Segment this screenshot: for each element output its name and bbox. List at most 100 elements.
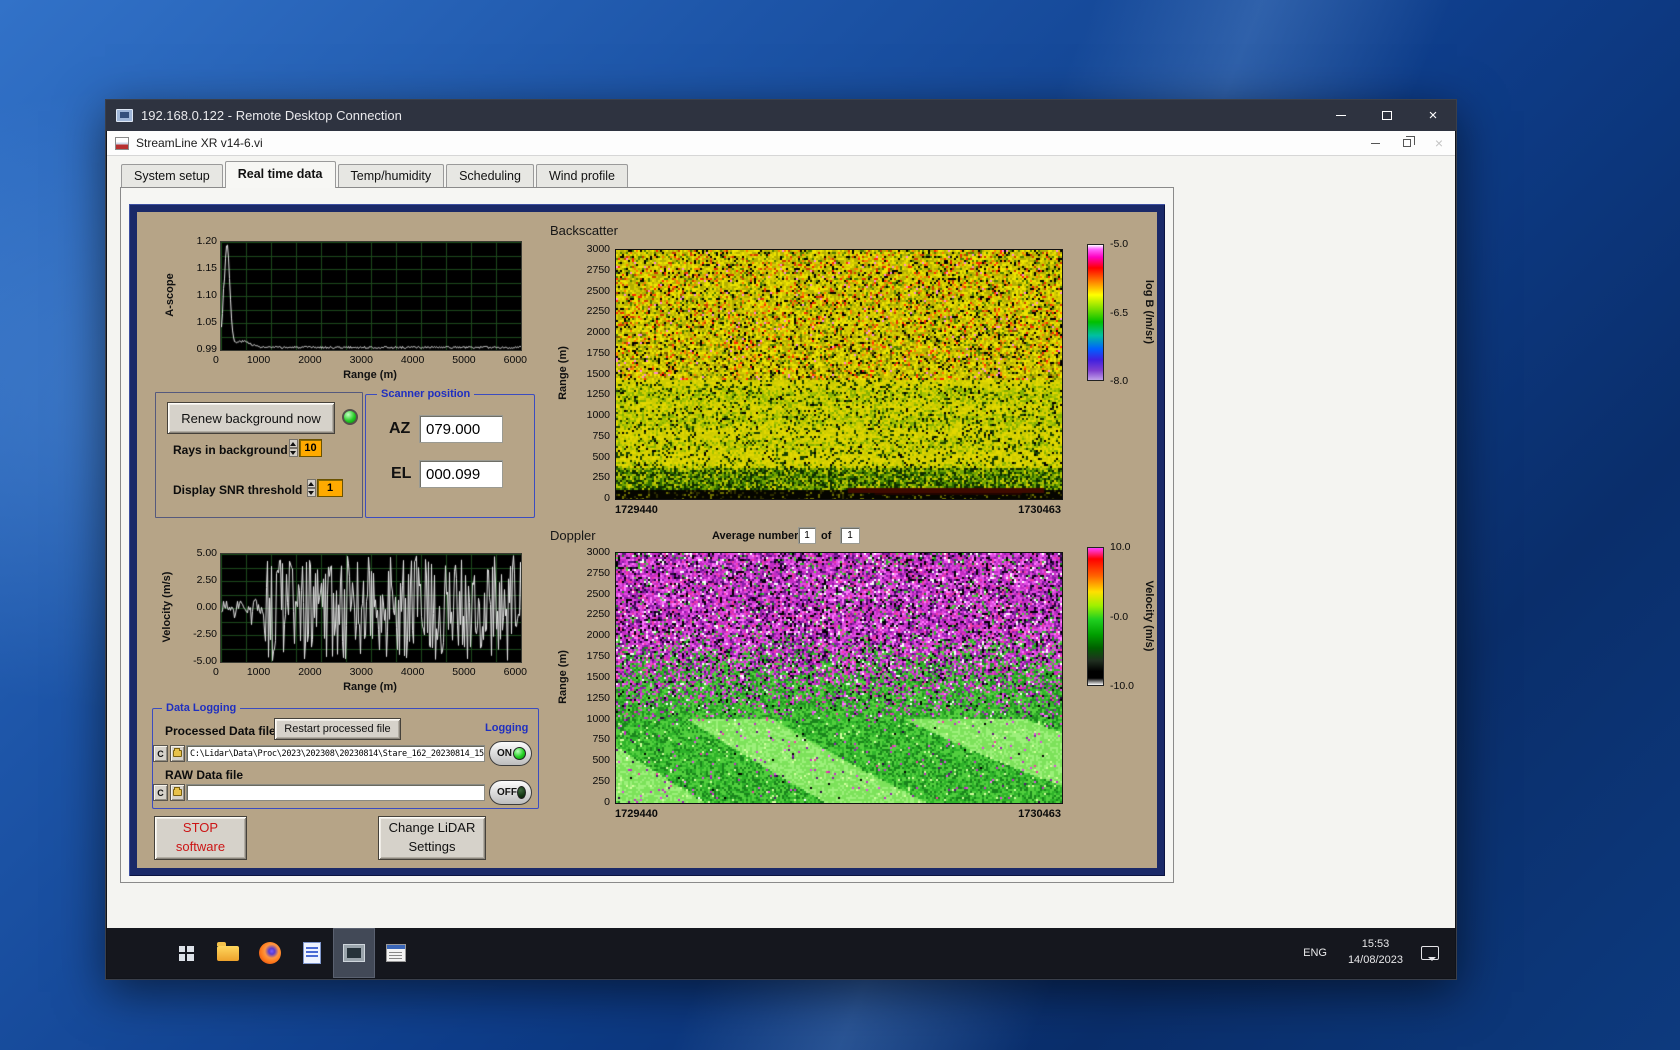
axis-tick: 3000 [349,354,373,366]
taskbar-scan-scheduler[interactable] [375,928,417,978]
processed-browse-button[interactable] [170,745,185,762]
rdp-maximize-button[interactable] [1364,100,1410,131]
processed-logging-toggle[interactable]: ON [489,741,532,766]
action-center-icon[interactable] [1421,946,1439,961]
axis-tick: 2000 [298,666,322,678]
axis-tick: -2.50 [193,628,217,640]
vi-window-title: StreamLine XR v14-6.vi [136,136,263,150]
az-label: AZ [389,420,411,437]
axis-tick: 1000 [246,354,271,366]
taskbar-file-explorer[interactable] [207,928,249,978]
velocity-axis-label: Velocity (m/s) [161,571,173,643]
change-lidar-settings-button[interactable]: Change LiDAR Settings [378,816,486,860]
rays-in-background-label: Rays in background [173,443,288,457]
spin-up-icon[interactable] [289,439,298,448]
ascope-plot-canvas [220,241,522,351]
minimize-icon [1336,115,1346,116]
processed-drive-box[interactable]: C [153,745,168,762]
backscatter-y-axis-label: Range (m) [557,346,569,400]
rdp-minimize-button[interactable] [1318,100,1364,131]
vi-titlebar[interactable]: StreamLine XR v14-6.vi × [107,131,1455,156]
rdp-close-button[interactable]: × [1410,100,1456,131]
colorbar-tick: -5.0 [1110,238,1129,250]
clock-time: 15:53 [1361,938,1390,951]
ascope-y-ticks: 1.20 1.15 1.10 1.05 0.99 [177,235,217,355]
colorbar-tick: -10.0 [1110,680,1134,692]
tab-temp-humidity[interactable]: Temp/humidity [337,164,445,188]
snr-value-field[interactable]: 1 [317,479,343,497]
axis-tick: 500 [592,450,610,463]
tab-wind-profile[interactable]: Wind profile [535,164,628,188]
restart-processed-file-button[interactable]: Restart processed file [274,718,401,740]
raw-data-file-label: RAW Data file [165,768,244,782]
taskbar-streamline-app[interactable] [333,928,375,978]
axis-tick: 1750 [586,650,610,663]
language-indicator[interactable]: ENG [1303,947,1327,959]
vi-close-button[interactable]: × [1423,131,1455,155]
desktop-background: 192.168.0.122 - Remote Desktop Connectio… [0,0,1680,1050]
tab-scheduling[interactable]: Scheduling [446,164,534,188]
colorbar-tick: -0.0 [1110,610,1129,623]
axis-tick: 250 [592,775,610,788]
tab-real-time-data[interactable]: Real time data [224,161,336,188]
vi-restore-button[interactable] [1391,131,1423,155]
rdp-titlebar[interactable]: 192.168.0.122 - Remote Desktop Connectio… [106,100,1456,131]
axis-tick: 0 [604,492,610,504]
axis-tick: 2250 [586,305,610,318]
axis-tick: 2000 [586,326,610,338]
doppler-colorbar-ticks: 10.0 -0.0 -10.0 [1110,541,1144,692]
axis-tick: 3000 [349,666,373,678]
axis-tick: 1750 [586,346,610,359]
axis-tick: 0 [213,354,219,366]
rays-spinner[interactable] [289,439,298,457]
raw-drive-box[interactable]: C [153,784,168,801]
spin-up-icon[interactable] [307,479,316,488]
axis-tick: 750 [592,429,610,442]
scanner-position-title: Scanner position [377,388,475,400]
raw-logging-toggle[interactable]: OFF [489,780,532,805]
ascope-x-axis-label: Range (m) [343,369,397,381]
toggle-off-label: OFF [497,787,517,798]
processed-path-field[interactable]: C:\Lidar\Data\Proc\2023\202308\20230814\… [186,745,485,762]
axis-tick: 1000 [246,666,271,678]
average-total-field: 1 [840,527,860,544]
axis-tick: 1000 [586,712,610,725]
clock-date: 14/08/2023 [1347,954,1403,966]
axis-tick: 3000 [586,243,610,255]
change-button-line1: Change LiDAR [388,820,476,836]
snr-spinner[interactable] [307,479,316,497]
taskbar-clock[interactable]: 15:53 14/08/2023 [1348,937,1403,969]
taskbar-notes-app[interactable] [291,928,333,978]
axis-tick: 5000 [452,666,476,678]
raw-browse-button[interactable] [170,784,185,801]
velocity-x-ticks: 0 1000 2000 3000 4000 5000 6000 [213,666,527,678]
average-number-field[interactable]: 1 [798,527,816,544]
on-led-icon [513,747,526,760]
off-led-icon [517,786,526,799]
start-button[interactable] [165,928,207,978]
rdp-session-area: StreamLine XR v14-6.vi × System setup Re… [107,131,1455,978]
processed-data-file-label: Processed Data file [165,724,276,738]
axis-tick: 0 [604,795,610,808]
axis-tick: 2000 [586,629,610,642]
raw-path-field[interactable] [186,784,485,801]
doppler-y-ticks: 3000 2750 2500 2250 2000 1750 1500 1250 1000 750 5… [570,546,610,808]
spin-down-icon[interactable] [289,448,298,457]
tab-system-setup[interactable]: System setup [121,164,223,188]
vi-icon [115,136,129,150]
axis-tick: 4000 [400,354,425,366]
doppler-y-axis-label: Range (m) [557,650,569,704]
rays-value-field[interactable]: 10 [299,439,322,457]
maximize-icon [1382,111,1392,120]
taskbar-firefox[interactable] [249,928,291,978]
snr-threshold-label: Display SNR threshold [173,483,303,497]
restore-icon [1403,136,1415,147]
colorbar-tick: -6.5 [1110,306,1129,319]
vi-minimize-button[interactable] [1359,131,1391,155]
spin-down-icon[interactable] [307,488,316,497]
backscatter-y-ticks: 3000 2750 2500 2250 2000 1750 1500 1250 1000 750 5… [570,243,610,504]
renew-background-button[interactable]: Renew background now [167,402,335,434]
stop-software-button[interactable]: STOP software [154,816,247,860]
scanner-position-box [365,394,535,518]
axis-tick: 5000 [452,354,476,366]
